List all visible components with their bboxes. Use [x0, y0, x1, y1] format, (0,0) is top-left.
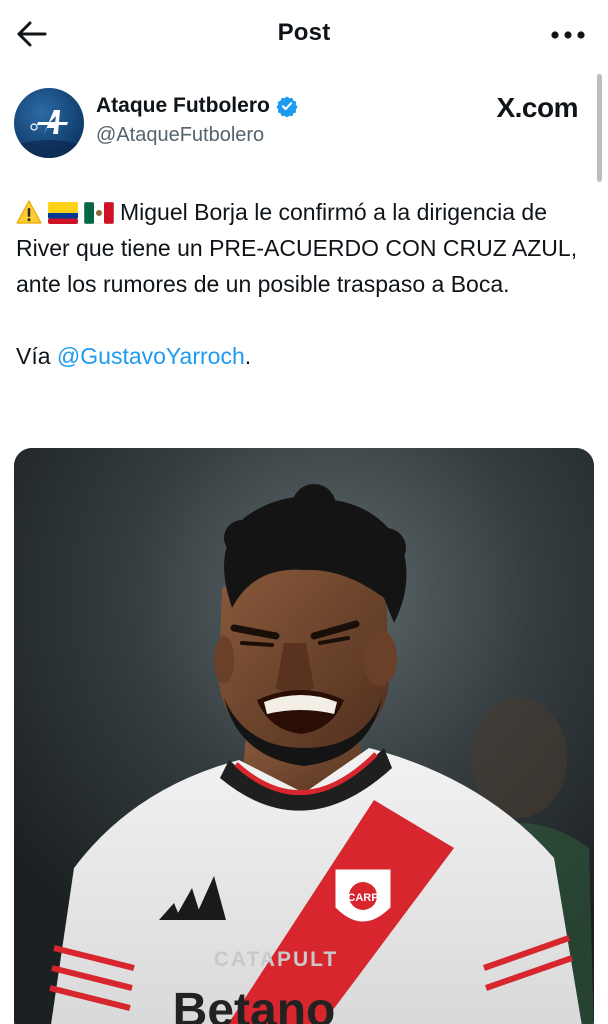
x-com-brand: X.com [496, 92, 578, 123]
via-suffix: . [244, 343, 252, 369]
player-photo: CARP CATAPULT Betano [14, 448, 594, 1024]
jersey-text: CATAPULT [214, 948, 338, 971]
tweet-body-paragraph: Miguel Borja le confirmó a la dirigencia… [16, 194, 590, 302]
author-handle[interactable]: @AtaqueFutbolero [96, 124, 264, 147]
tweet-via-paragraph: Vía @GustavoYarroch. [16, 338, 590, 374]
tweet-text: Miguel Borja le confirmó a la dirigencia… [16, 194, 590, 374]
colombia-flag-icon [48, 202, 78, 224]
via-prefix: Vía [16, 343, 57, 369]
warning-emoji-icon [16, 200, 42, 224]
author-name-text: Ataque Futbolero [96, 94, 270, 117]
top-bar: Post [0, 0, 608, 70]
mexico-flag-icon [84, 202, 114, 224]
jersey-badge-text: CARP [347, 892, 378, 904]
more-horizontal-icon [551, 31, 585, 39]
scrollbar[interactable] [597, 74, 602, 182]
verified-badge-icon [276, 96, 298, 117]
mention-link[interactable]: @GustavoYarroch [57, 343, 245, 369]
author-display-name[interactable]: Ataque Futbolero [96, 94, 298, 118]
tweet-media-image[interactable]: CARP CATAPULT Betano [14, 448, 594, 1024]
more-options-button[interactable] [548, 20, 588, 50]
avatar[interactable] [14, 88, 84, 158]
jersey-sponsor: Betano [173, 984, 336, 1024]
page-title: Post [277, 19, 331, 46]
ataque-futbolero-logo [14, 110, 84, 158]
